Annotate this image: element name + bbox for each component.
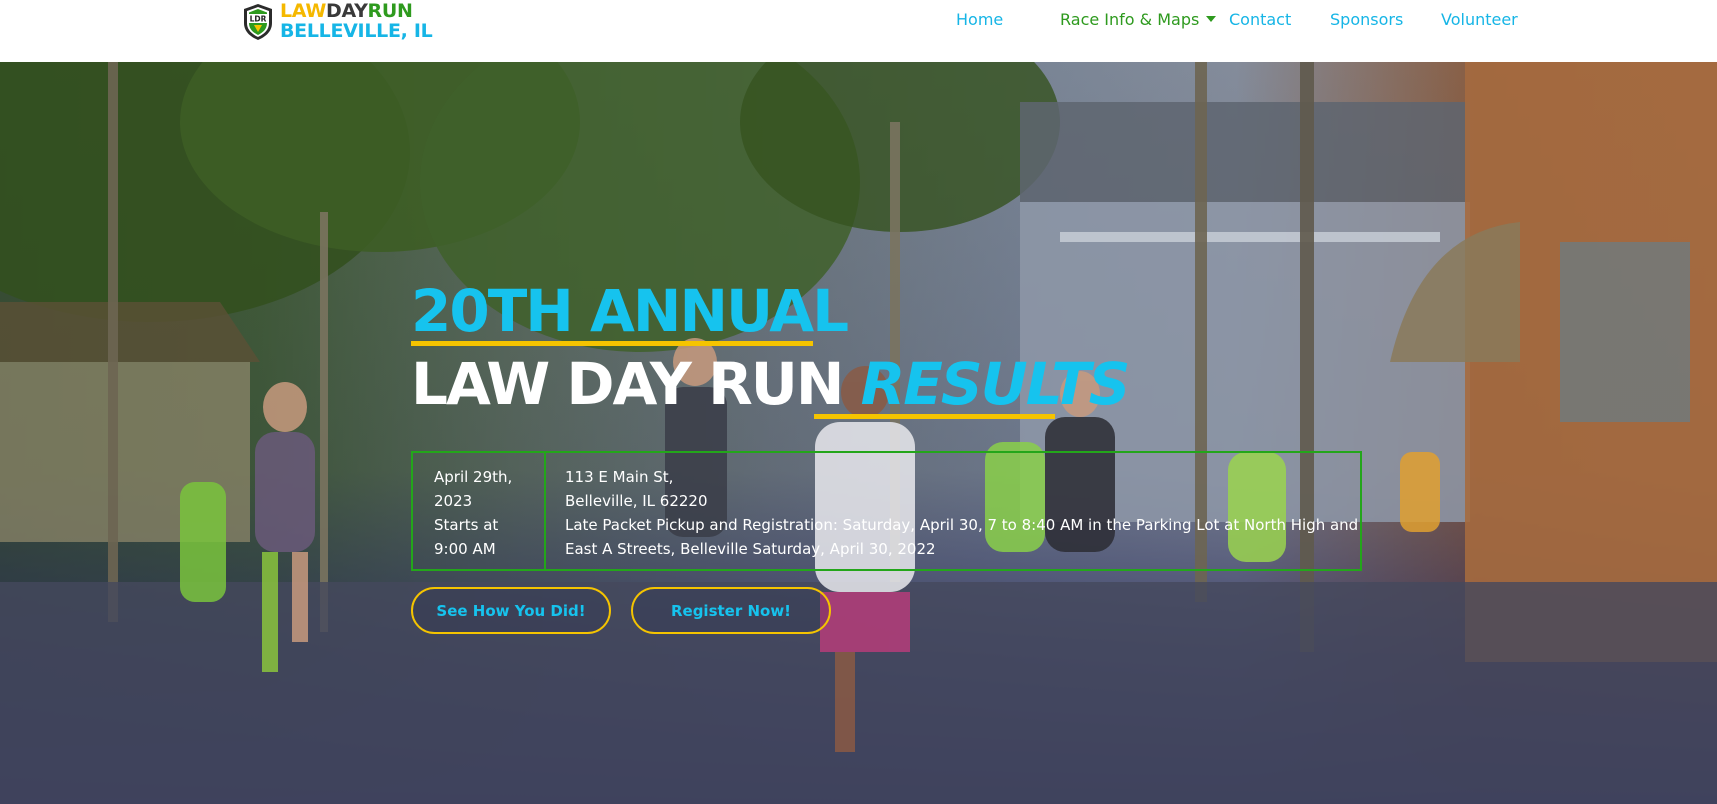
event-date-time: April 29th, 2023 Starts at 9:00 AM (413, 453, 546, 569)
shield-badge-icon: LDR (244, 4, 272, 40)
logo-word-day: DAY (326, 0, 368, 22)
nav-home[interactable]: Home (956, 10, 1003, 29)
logo-wordmark: LAWDAYRUN BELLEVILLE, IL (280, 2, 433, 42)
logo-word-run: RUN (367, 0, 413, 22)
nav-race-info-label: Race Info & Maps (1060, 10, 1200, 29)
logo-line-1: LAWDAYRUN (280, 2, 432, 21)
chevron-down-icon (1206, 16, 1217, 22)
logo-line-2: BELLEVILLE, IL (280, 20, 433, 42)
see-results-button[interactable]: See How You Did! (411, 587, 611, 634)
nav-sponsors[interactable]: Sponsors (1330, 10, 1403, 29)
nav-contact[interactable]: Contact (1229, 10, 1291, 29)
hero-title-annual: 20TH ANNUAL (411, 277, 849, 345)
logo-word-law: LAW (280, 0, 327, 22)
nav-race-info-dropdown[interactable]: Race Info & Maps (1060, 10, 1217, 29)
event-start-label: Starts at (434, 516, 499, 534)
hero-title-results: RESULTS (860, 350, 1131, 418)
event-location: 113 E Main St, Belleville, IL 62220 Late… (546, 453, 1360, 569)
svg-text:LDR: LDR (250, 15, 267, 24)
site-logo[interactable]: LDR LAWDAYRUN BELLEVILLE, IL (242, 2, 433, 42)
event-address-city: Belleville, IL 62220 (565, 492, 708, 510)
event-packet-pickup: Late Packet Pickup and Registration: Sat… (565, 516, 1359, 534)
register-now-button[interactable]: Register Now! (631, 587, 831, 634)
event-year-line: 2023 (434, 492, 473, 510)
event-start-time: 9:00 AM (434, 540, 496, 558)
title-underline-results (814, 414, 1055, 419)
event-address-street: 113 E Main St, (565, 468, 674, 486)
site-header: LDR LAWDAYRUN BELLEVILLE, IL Home Race I… (0, 0, 1717, 62)
event-packet-pickup-cont: East A Streets, Belleville Saturday, Apr… (565, 540, 936, 558)
hero-title-plain: LAW DAY RUN (411, 350, 861, 418)
hero-section: 20TH ANNUAL LAW DAY RUN RESULTS April 29… (0, 62, 1717, 804)
event-info-box: April 29th, 2023 Starts at 9:00 AM 113 E… (411, 451, 1362, 571)
hero-title-main: LAW DAY RUN RESULTS (411, 355, 1130, 413)
event-date-line: April 29th, (434, 468, 513, 486)
title-underline-annual (411, 341, 813, 346)
hero-background-photo (0, 62, 1717, 804)
nav-volunteer[interactable]: Volunteer (1441, 10, 1518, 29)
